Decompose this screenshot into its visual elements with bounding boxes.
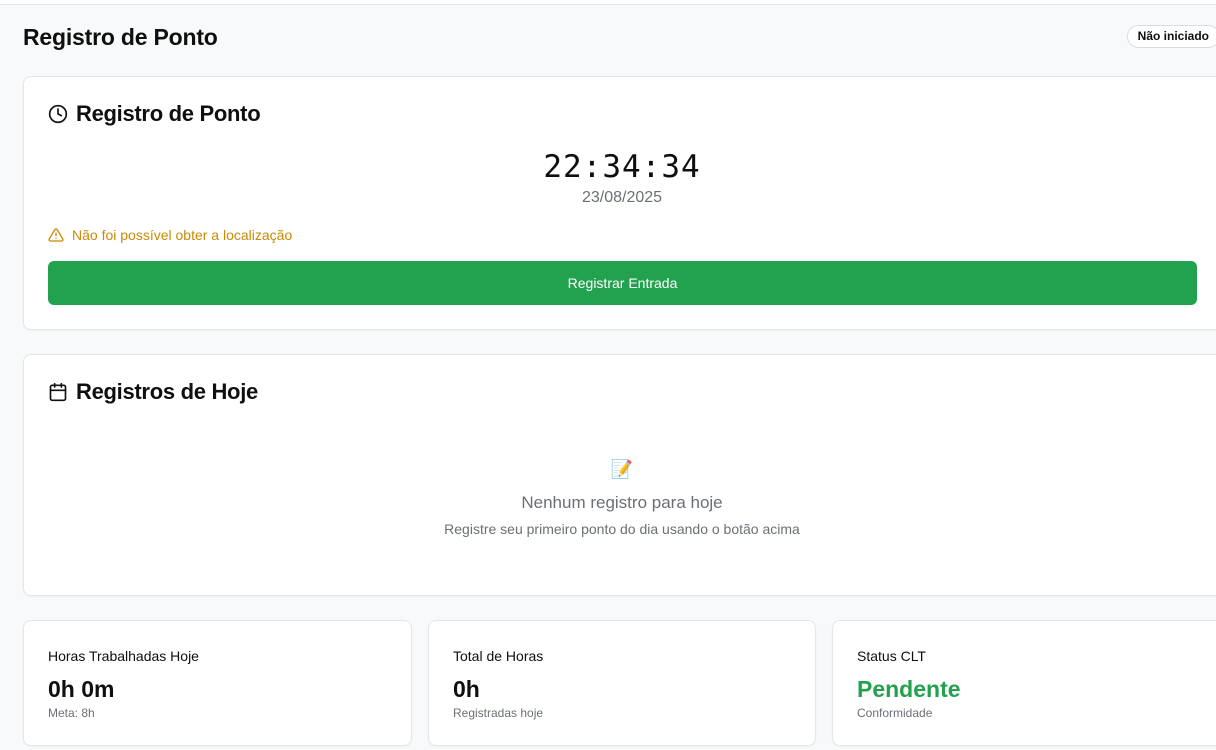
warning-triangle-icon (48, 228, 64, 242)
today-records-card: Registros de Hoje 📝 Nenhum registro para… (23, 354, 1216, 596)
stat-subtitle: Meta: 8h (48, 706, 95, 720)
stat-value: 0h (453, 676, 480, 702)
stat-subtitle: Registradas hoje (453, 706, 544, 720)
current-date: 23/08/2025 (581, 189, 663, 206)
today-records-card-title-text: Registros de Hoje (76, 379, 258, 404)
stat-card-total-hours: Total de Horas 0h Registradas hoje (428, 620, 816, 746)
memo-icon: 📝 (610, 459, 634, 479)
stat-card-clt-status: Status CLT Pendente Conformidade (832, 620, 1216, 746)
time-clock-card-title: Registro de Ponto (48, 101, 261, 127)
time-clock-card: Registro de Ponto 22:34:34 23/08/2025 Nã… (23, 76, 1216, 330)
location-warning-text: Não foi possível obter a localização (72, 227, 293, 243)
top-bar (0, 0, 1216, 5)
location-warning: Não foi possível obter a localização (48, 227, 292, 243)
empty-state-title: Nenhum registro para hoje (521, 493, 723, 512)
stat-value: Pendente (857, 676, 961, 702)
register-entry-button[interactable]: Registrar Entrada (48, 261, 1197, 305)
empty-state-subtitle: Registre seu primeiro ponto do dia usand… (444, 521, 800, 537)
status-badge: Não iniciado (1126, 25, 1216, 48)
today-records-card-title: Registros de Hoje (48, 379, 258, 405)
page-header: Registro de Ponto Não iniciado (23, 22, 1216, 52)
stat-subtitle: Conformidade (857, 706, 933, 720)
stat-label: Status CLT (857, 648, 926, 664)
stat-value: 0h 0m (48, 676, 115, 702)
clock-icon (48, 104, 68, 124)
page-title: Registro de Ponto (23, 24, 218, 50)
time-clock-card-title-text: Registro de Ponto (76, 101, 261, 126)
calendar-icon (49, 382, 67, 402)
current-time: 22:34:34 (543, 149, 701, 185)
stat-label: Horas Trabalhadas Hoje (48, 648, 199, 664)
stat-label: Total de Horas (453, 648, 544, 664)
stat-card-hours-today: Horas Trabalhadas Hoje 0h 0m Meta: 8h (23, 620, 412, 746)
